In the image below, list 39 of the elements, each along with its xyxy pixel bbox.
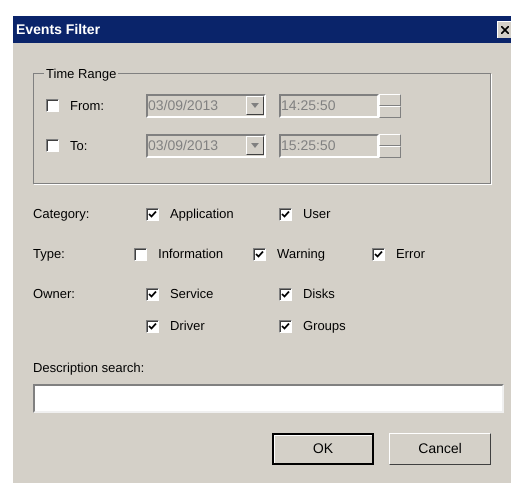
checkbox-label: Warning xyxy=(277,245,325,264)
description-label: Description search: xyxy=(33,359,146,377)
checkbox-label: Application xyxy=(170,205,234,224)
checkbox-label: Information xyxy=(158,245,224,264)
description-search-field[interactable] xyxy=(33,384,504,412)
checkbox-label: User xyxy=(303,205,330,224)
checkbox[interactable] xyxy=(134,248,148,260)
spinner[interactable] xyxy=(379,94,401,118)
checkbox[interactable] xyxy=(146,288,159,300)
checkbox-label: Error xyxy=(396,245,425,264)
filter-label: Type: xyxy=(33,246,65,262)
checkbox-label: Disks xyxy=(303,285,335,304)
checkbox-label: Driver xyxy=(170,317,205,336)
dialog-button[interactable]: OK xyxy=(272,432,374,464)
checkbox[interactable] xyxy=(279,288,292,300)
checkbox-label: To: xyxy=(70,136,88,155)
filter-label: Category: xyxy=(33,206,90,222)
time-value: 15:25:50 xyxy=(281,136,336,155)
checkbox[interactable] xyxy=(372,248,386,260)
date-value: 03/09/2013 xyxy=(148,96,218,115)
checkbox[interactable] xyxy=(279,208,292,220)
filter-label: Owner: xyxy=(33,286,75,302)
caret-icon xyxy=(251,103,259,108)
group-title: Time Range xyxy=(45,65,118,83)
close-button[interactable] xyxy=(497,21,511,38)
dialog-button[interactable]: Cancel xyxy=(389,432,491,464)
caret-icon xyxy=(251,143,259,148)
checkbox[interactable] xyxy=(146,208,159,220)
date-value: 03/09/2013 xyxy=(148,136,218,155)
checkbox-label: Service xyxy=(170,285,214,304)
checkbox[interactable] xyxy=(146,320,159,332)
checkbox[interactable] xyxy=(253,248,266,260)
checkbox-label: Groups xyxy=(303,317,346,336)
window-title: Events Filter xyxy=(16,20,100,39)
checkbox[interactable] xyxy=(279,320,292,332)
spinner[interactable] xyxy=(379,134,401,158)
checkbox-label: From: xyxy=(70,96,104,115)
close-icon xyxy=(500,26,508,34)
time-value: 14:25:50 xyxy=(281,96,336,115)
